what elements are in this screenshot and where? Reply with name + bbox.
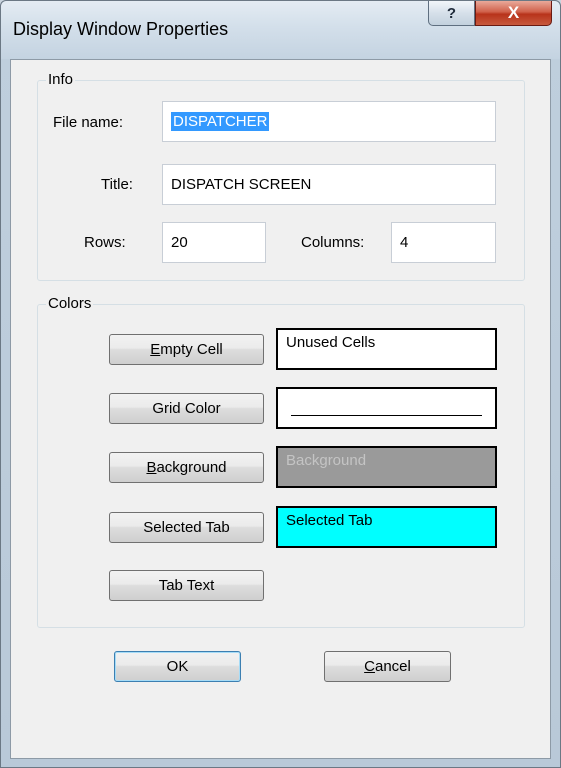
title-bar[interactable]: Display Window Properties ? X — [1, 1, 560, 59]
dialog-client-area: Info File name: DISPATCHER Title: DISPAT… — [10, 59, 551, 759]
file-name-value: DISPATCHER — [171, 112, 270, 131]
title-label: Title: — [101, 176, 133, 193]
close-icon: X — [507, 3, 520, 22]
cancel-button[interactable]: Cancel — [324, 651, 451, 682]
background-button-label: Background — [146, 459, 227, 476]
tab-text-button[interactable]: Tab Text — [109, 570, 264, 601]
colors-group-label: Colors — [46, 295, 94, 312]
dialog-window: Display Window Properties ? X Info File … — [0, 0, 561, 768]
rows-label: Rows: — [84, 234, 126, 251]
columns-value: 4 — [400, 234, 409, 251]
help-button[interactable]: ? — [428, 1, 475, 26]
file-name-label: File name: — [53, 114, 124, 131]
rows-value: 20 — [171, 234, 188, 251]
cancel-button-label: Cancel — [364, 658, 411, 675]
columns-label: Columns: — [301, 234, 365, 251]
info-group-label: Info — [46, 71, 76, 88]
empty-cell-button[interactable]: Empty Cell — [109, 334, 264, 365]
selected-tab-button-label: Selected Tab — [143, 519, 230, 536]
selected-tab-button[interactable]: Selected Tab — [109, 512, 264, 543]
empty-cell-swatch-text: Unused Cells — [286, 334, 376, 351]
help-icon: ? — [446, 4, 457, 22]
selected-tab-swatch: Selected Tab — [276, 506, 497, 548]
rows-input[interactable]: 20 — [162, 222, 266, 263]
ok-button[interactable]: OK — [114, 651, 241, 682]
background-swatch: Background — [276, 446, 497, 488]
grid-line-sample — [291, 415, 482, 416]
background-button[interactable]: Background — [109, 452, 264, 483]
ok-button-label: OK — [166, 658, 189, 675]
background-swatch-text: Background — [286, 452, 367, 469]
window-title: Display Window Properties — [13, 19, 229, 39]
grid-color-swatch — [276, 387, 497, 429]
grid-color-button-label: Grid Color — [152, 400, 221, 417]
title-input[interactable]: DISPATCH SCREEN — [162, 164, 496, 205]
tab-text-button-label: Tab Text — [158, 577, 215, 594]
selected-tab-swatch-text: Selected Tab — [286, 512, 373, 529]
empty-cell-button-label: Empty Cell — [150, 341, 223, 358]
close-button[interactable]: X — [475, 1, 552, 26]
empty-cell-swatch: Unused Cells — [276, 328, 497, 370]
columns-input[interactable]: 4 — [391, 222, 496, 263]
grid-color-button[interactable]: Grid Color — [109, 393, 264, 424]
title-value: DISPATCH SCREEN — [171, 176, 312, 193]
file-name-input[interactable]: DISPATCHER — [162, 101, 496, 142]
